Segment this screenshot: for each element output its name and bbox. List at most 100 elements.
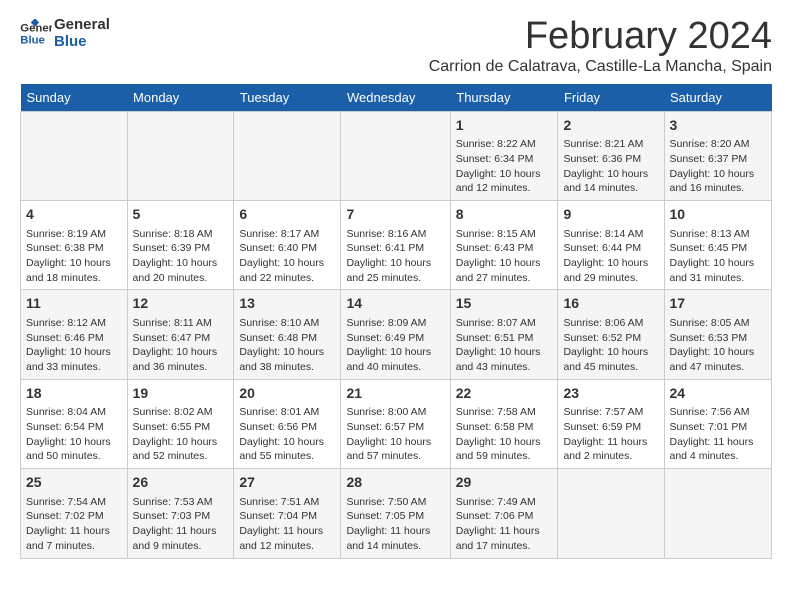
day-info-line: Daylight: 11 hours xyxy=(456,524,553,539)
day-info-line: and 14 minutes. xyxy=(563,181,658,196)
day-info-line: Daylight: 10 hours xyxy=(26,256,122,271)
day-info-line: Sunrise: 7:51 AM xyxy=(239,495,335,510)
day-info-line: Daylight: 10 hours xyxy=(346,256,444,271)
day-info-line: and 33 minutes. xyxy=(26,360,122,375)
day-info-line: and 59 minutes. xyxy=(456,449,553,464)
day-info-line: and 12 minutes. xyxy=(456,181,553,196)
day-number: 18 xyxy=(26,384,122,404)
day-info-line: Daylight: 10 hours xyxy=(670,256,767,271)
day-number: 20 xyxy=(239,384,335,404)
day-info-line: and 36 minutes. xyxy=(133,360,229,375)
week-row-5: 25Sunrise: 7:54 AMSunset: 7:02 PMDayligh… xyxy=(21,469,772,558)
day-info-line: Sunset: 6:51 PM xyxy=(456,331,553,346)
day-info-line: Sunset: 7:05 PM xyxy=(346,509,444,524)
day-info-line: Daylight: 11 hours xyxy=(563,435,658,450)
day-info-line: Sunset: 6:41 PM xyxy=(346,241,444,256)
day-info-line: and 27 minutes. xyxy=(456,271,553,286)
day-number: 23 xyxy=(563,384,658,404)
day-number: 8 xyxy=(456,205,553,225)
day-info-line: Sunrise: 8:16 AM xyxy=(346,227,444,242)
main-title: February 2024 xyxy=(429,16,772,58)
day-info-line: Sunset: 6:57 PM xyxy=(346,420,444,435)
day-info-line: Sunset: 7:03 PM xyxy=(133,509,229,524)
day-info-line: Sunset: 6:59 PM xyxy=(563,420,658,435)
day-info-line: Sunrise: 8:06 AM xyxy=(563,316,658,331)
calendar-cell: 23Sunrise: 7:57 AMSunset: 6:59 PMDayligh… xyxy=(558,379,664,468)
calendar-cell: 14Sunrise: 8:09 AMSunset: 6:49 PMDayligh… xyxy=(341,290,450,379)
header-row: SundayMondayTuesdayWednesdayThursdayFrid… xyxy=(21,84,772,112)
day-info-line: and 40 minutes. xyxy=(346,360,444,375)
day-info-line: Sunset: 6:55 PM xyxy=(133,420,229,435)
calendar-cell xyxy=(341,111,450,200)
calendar-cell: 1Sunrise: 8:22 AMSunset: 6:34 PMDaylight… xyxy=(450,111,558,200)
day-info-line: and 55 minutes. xyxy=(239,449,335,464)
header-saturday: Saturday xyxy=(664,84,772,112)
week-row-2: 4Sunrise: 8:19 AMSunset: 6:38 PMDaylight… xyxy=(21,201,772,290)
day-info-line: Daylight: 10 hours xyxy=(670,345,767,360)
header-tuesday: Tuesday xyxy=(234,84,341,112)
logo-icon: General Blue xyxy=(20,19,52,47)
day-info-line: Daylight: 11 hours xyxy=(239,524,335,539)
calendar-cell xyxy=(127,111,234,200)
day-info-line: Sunrise: 8:21 AM xyxy=(563,137,658,152)
day-info-line: Daylight: 11 hours xyxy=(670,435,767,450)
day-info-line: and 14 minutes. xyxy=(346,539,444,554)
day-info-line: Sunset: 6:44 PM xyxy=(563,241,658,256)
day-number: 4 xyxy=(26,205,122,225)
header-wednesday: Wednesday xyxy=(341,84,450,112)
day-info-line: and 9 minutes. xyxy=(133,539,229,554)
calendar-cell xyxy=(234,111,341,200)
day-info-line: Sunrise: 8:07 AM xyxy=(456,316,553,331)
logo-line2: Blue xyxy=(54,33,110,50)
day-number: 5 xyxy=(133,205,229,225)
day-info-line: Sunset: 6:58 PM xyxy=(456,420,553,435)
day-info-line: Sunset: 6:34 PM xyxy=(456,152,553,167)
day-number: 11 xyxy=(26,294,122,314)
day-info-line: Sunset: 6:54 PM xyxy=(26,420,122,435)
week-row-4: 18Sunrise: 8:04 AMSunset: 6:54 PMDayligh… xyxy=(21,379,772,468)
day-info-line: and 2 minutes. xyxy=(563,449,658,464)
day-number: 3 xyxy=(670,116,767,136)
calendar-cell: 2Sunrise: 8:21 AMSunset: 6:36 PMDaylight… xyxy=(558,111,664,200)
day-info-line: Sunset: 6:40 PM xyxy=(239,241,335,256)
day-info-line: Sunrise: 7:53 AM xyxy=(133,495,229,510)
day-number: 9 xyxy=(563,205,658,225)
day-number: 12 xyxy=(133,294,229,314)
day-info-line: Daylight: 10 hours xyxy=(26,435,122,450)
day-info-line: Sunrise: 8:05 AM xyxy=(670,316,767,331)
day-info-line: Sunrise: 8:14 AM xyxy=(563,227,658,242)
day-number: 6 xyxy=(239,205,335,225)
day-info-line: Daylight: 10 hours xyxy=(456,435,553,450)
day-info-line: Sunset: 6:43 PM xyxy=(456,241,553,256)
day-info-line: Daylight: 10 hours xyxy=(563,167,658,182)
day-info-line: and 20 minutes. xyxy=(133,271,229,286)
day-info-line: Sunset: 6:36 PM xyxy=(563,152,658,167)
day-info-line: Daylight: 10 hours xyxy=(239,345,335,360)
day-info-line: and 38 minutes. xyxy=(239,360,335,375)
day-number: 7 xyxy=(346,205,444,225)
day-info-line: and 12 minutes. xyxy=(239,539,335,554)
day-number: 16 xyxy=(563,294,658,314)
day-info-line: and 18 minutes. xyxy=(26,271,122,286)
calendar-cell: 17Sunrise: 8:05 AMSunset: 6:53 PMDayligh… xyxy=(664,290,772,379)
day-info-line: and 4 minutes. xyxy=(670,449,767,464)
day-info-line: Sunset: 6:39 PM xyxy=(133,241,229,256)
day-info-line: Sunset: 7:01 PM xyxy=(670,420,767,435)
day-number: 17 xyxy=(670,294,767,314)
day-info-line: Daylight: 10 hours xyxy=(26,345,122,360)
day-info-line: Sunrise: 8:19 AM xyxy=(26,227,122,242)
day-info-line: and 43 minutes. xyxy=(456,360,553,375)
day-info-line: and 29 minutes. xyxy=(563,271,658,286)
calendar-cell: 4Sunrise: 8:19 AMSunset: 6:38 PMDaylight… xyxy=(21,201,128,290)
calendar-cell: 18Sunrise: 8:04 AMSunset: 6:54 PMDayligh… xyxy=(21,379,128,468)
calendar-cell: 16Sunrise: 8:06 AMSunset: 6:52 PMDayligh… xyxy=(558,290,664,379)
day-info-line: and 7 minutes. xyxy=(26,539,122,554)
calendar-cell: 15Sunrise: 8:07 AMSunset: 6:51 PMDayligh… xyxy=(450,290,558,379)
day-info-line: Sunrise: 8:09 AM xyxy=(346,316,444,331)
day-info-line: Sunrise: 8:04 AM xyxy=(26,405,122,420)
calendar-cell: 7 Sunrise: 8:16 AMSunset: 6:41 PMDaylight… xyxy=(341,201,450,290)
logo-line1: General xyxy=(54,16,110,33)
day-info-line: Sunset: 6:49 PM xyxy=(346,331,444,346)
day-info-line: Sunset: 7:04 PM xyxy=(239,509,335,524)
day-number: 26 xyxy=(133,473,229,493)
